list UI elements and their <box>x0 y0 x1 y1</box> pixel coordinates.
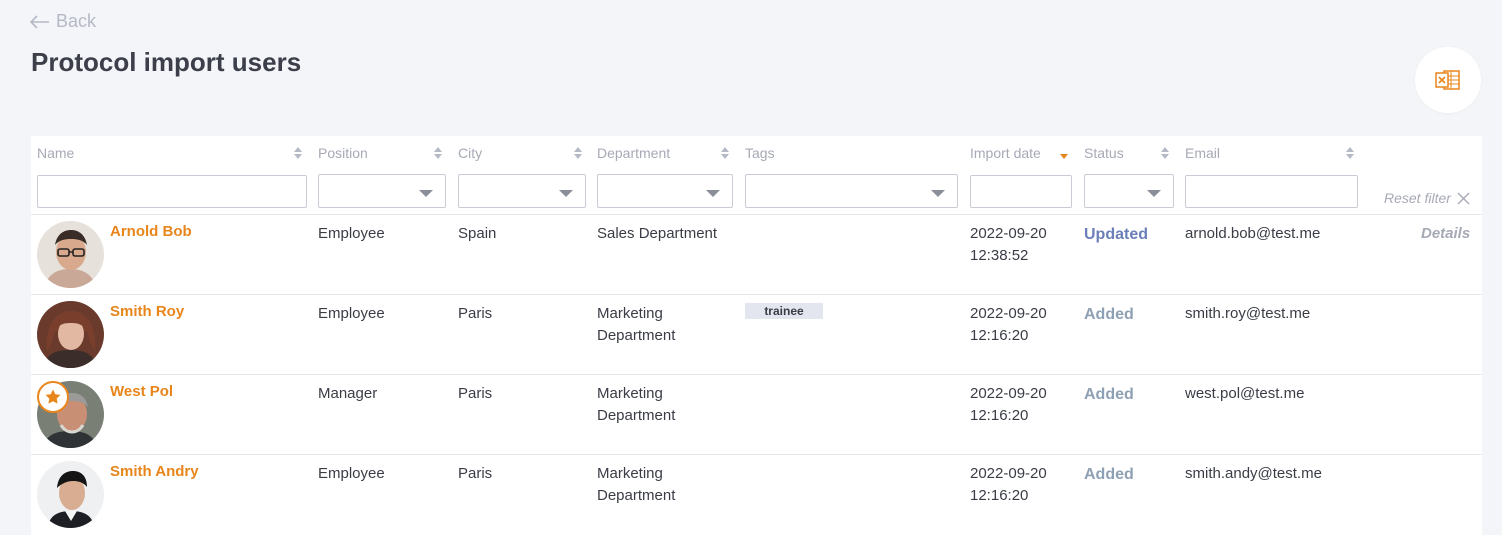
city-cell: Paris <box>458 385 493 402</box>
arrow-left-icon <box>30 14 49 29</box>
import-time-text: 12:16:20 <box>970 407 1029 424</box>
sort-icon[interactable] <box>433 146 443 160</box>
status-badge: Added <box>1084 386 1134 403</box>
excel-icon <box>1435 70 1460 90</box>
sort-icon[interactable] <box>573 146 583 160</box>
email-cell: arnold.bob@test.me <box>1185 225 1321 242</box>
column-header-name[interactable]: Name <box>37 145 74 161</box>
column-header-city[interactable]: City <box>458 145 482 161</box>
department-cell: Marketing Department <box>597 463 675 507</box>
import-date-text: 2022-09-20 <box>970 305 1047 322</box>
import-time-text: 12:16:20 <box>970 327 1029 344</box>
import-date-text: 2022-09-20 <box>970 385 1047 402</box>
name-filter-input[interactable] <box>37 175 307 208</box>
table-row: Smith Roy Employee Paris Marketing Depar… <box>31 294 1482 374</box>
email-cell: smith.roy@test.me <box>1185 305 1311 322</box>
position-filter-select[interactable] <box>318 174 446 208</box>
department-text: Marketing <box>597 305 663 322</box>
city-cell: Spain <box>458 225 497 242</box>
import-date-filter-input[interactable] <box>970 175 1072 208</box>
import-date-text: 2022-09-20 <box>970 225 1047 242</box>
department-text: Marketing <box>597 385 663 402</box>
sort-icon[interactable] <box>293 146 303 160</box>
department-text: Department <box>597 327 676 344</box>
status-badge: Updated <box>1084 226 1148 243</box>
position-cell: Manager <box>318 385 378 402</box>
city-cell: Paris <box>458 305 493 322</box>
export-excel-button[interactable] <box>1415 47 1481 113</box>
chevron-down-icon <box>1147 190 1161 197</box>
department-text: Department <box>597 487 676 504</box>
user-name-link[interactable]: Smith Andry <box>110 463 199 480</box>
tag-badge: trainee <box>745 303 823 319</box>
department-cell: Marketing Department <box>597 303 675 347</box>
city-filter-select[interactable] <box>458 174 586 208</box>
position-cell: Employee <box>318 465 385 482</box>
column-header-email[interactable]: Email <box>1185 145 1220 161</box>
position-cell: Employee <box>318 305 385 322</box>
import-date-text: 2022-09-20 <box>970 465 1047 482</box>
position-cell: Employee <box>318 225 385 242</box>
reset-filter-button[interactable]: Reset filter <box>1384 190 1470 206</box>
sort-icon[interactable] <box>1160 146 1170 160</box>
chevron-down-icon <box>706 190 720 197</box>
city-cell: Paris <box>458 465 493 482</box>
page-title: Protocol import users <box>31 47 302 77</box>
status-badge: Added <box>1084 466 1134 483</box>
column-header-department[interactable]: Department <box>597 145 670 161</box>
chevron-down-icon <box>419 190 433 197</box>
user-name-link[interactable]: Smith Roy <box>110 303 184 320</box>
import-date-cell: 2022-09-20 12:16:20 <box>970 383 1047 427</box>
details-link[interactable]: Details <box>1421 225 1470 242</box>
import-time-text: 12:16:20 <box>970 487 1029 504</box>
star-icon <box>45 389 61 404</box>
department-cell: Marketing Department <box>597 383 675 427</box>
close-icon <box>1457 192 1470 204</box>
reset-filter-label: Reset filter <box>1384 190 1451 206</box>
department-text: Department <box>597 407 676 424</box>
column-header-status[interactable]: Status <box>1084 145 1124 161</box>
user-name-link[interactable]: Arnold Bob <box>110 223 192 240</box>
sort-desc-icon[interactable] <box>1059 146 1069 160</box>
email-cell: west.pol@test.me <box>1185 385 1305 402</box>
user-photo-icon <box>37 461 104 528</box>
import-date-cell: 2022-09-20 12:16:20 <box>970 463 1047 507</box>
table-row: Arnold Bob Employee Spain Sales Departme… <box>31 214 1482 294</box>
import-date-cell: 2022-09-20 12:38:52 <box>970 223 1047 267</box>
tags-filter-select[interactable] <box>745 174 958 208</box>
email-cell: smith.andy@test.me <box>1185 465 1322 482</box>
manager-badge <box>37 381 69 413</box>
table-row: Smith Andry Employee Paris Marketing Dep… <box>31 454 1482 534</box>
status-filter-select[interactable] <box>1084 174 1174 208</box>
department-text: Sales Department <box>597 225 718 242</box>
user-name-link[interactable]: West Pol <box>110 383 173 400</box>
status-badge: Added <box>1084 306 1134 323</box>
chevron-down-icon <box>931 190 945 197</box>
department-text: Marketing <box>597 465 663 482</box>
chevron-down-icon <box>559 190 573 197</box>
avatar[interactable] <box>37 461 104 528</box>
back-link[interactable]: Back <box>30 11 96 32</box>
column-header-import-date[interactable]: Import date <box>970 145 1041 161</box>
column-header-position[interactable]: Position <box>318 145 368 161</box>
user-photo-icon <box>37 301 104 368</box>
department-cell: Sales Department <box>597 223 717 245</box>
avatar[interactable] <box>37 301 104 368</box>
department-filter-select[interactable] <box>597 174 733 208</box>
email-filter-input[interactable] <box>1185 175 1358 208</box>
column-header-tags: Tags <box>745 145 775 161</box>
import-users-table: Name Position City Department Tags Impor… <box>31 136 1482 535</box>
table-row: West Pol Manager Paris Marketing Departm… <box>31 374 1482 454</box>
import-date-cell: 2022-09-20 12:16:20 <box>970 303 1047 347</box>
user-photo-icon <box>37 221 104 288</box>
sort-icon[interactable] <box>1345 146 1355 160</box>
avatar[interactable] <box>37 221 104 288</box>
sort-icon[interactable] <box>720 146 730 160</box>
import-time-text: 12:38:52 <box>970 247 1029 264</box>
back-label: Back <box>56 11 97 31</box>
